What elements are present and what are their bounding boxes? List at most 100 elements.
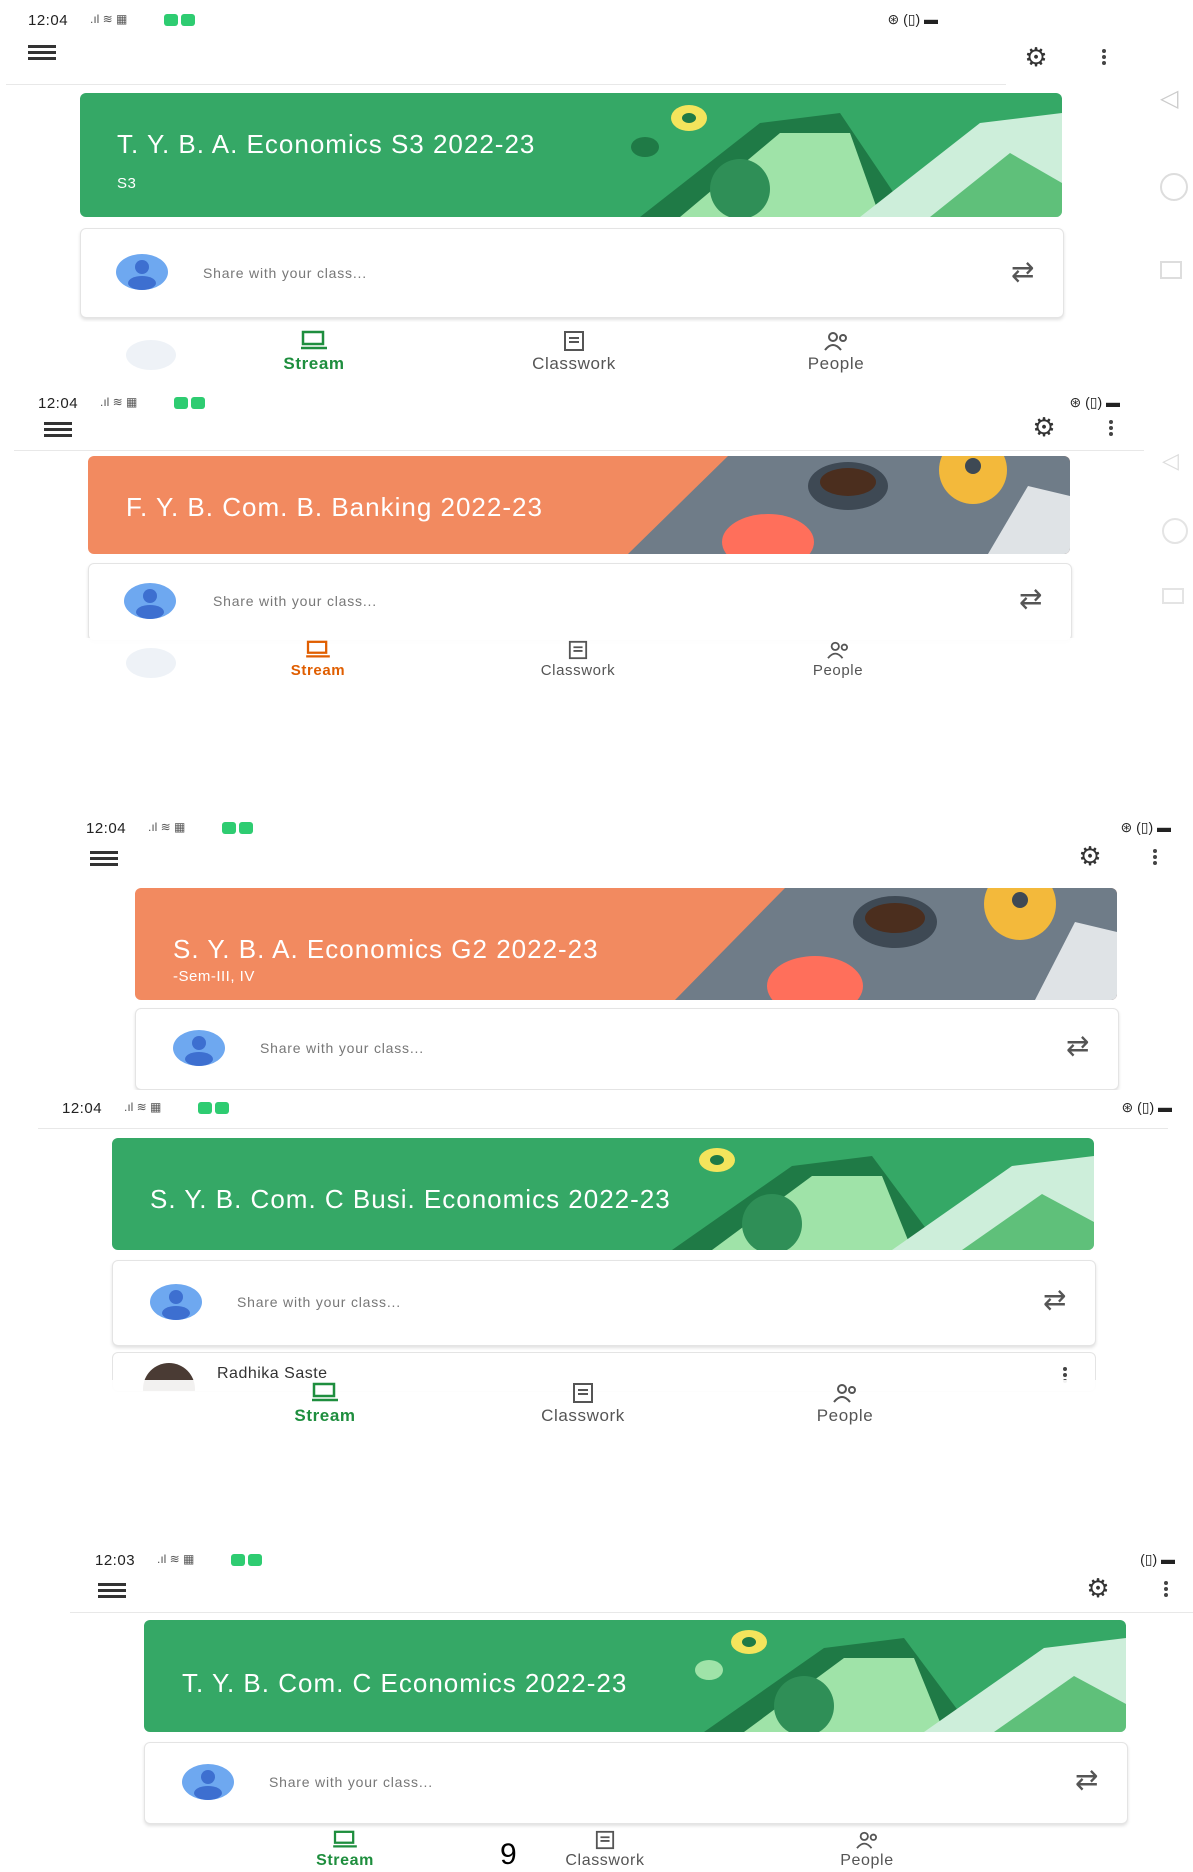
status-time: 12:03 — [95, 1552, 136, 1569]
tab-classwork-label: Classwork — [540, 662, 616, 679]
stream-icon — [312, 1382, 338, 1402]
class-title[interactable]: T. Y. B. Com. C Economics 2022-23 — [182, 1668, 627, 1699]
system-nav: ◁ — [1160, 84, 1190, 294]
notification-icons — [198, 1102, 229, 1114]
repost-icon[interactable]: ⇄ — [1011, 255, 1034, 288]
class-title[interactable]: T. Y. B. A. Economics S3 2022-23 — [117, 129, 535, 160]
people-icon — [833, 1384, 856, 1403]
bottom-nav: Stream Classwork People — [38, 1380, 1168, 1432]
menu-icon[interactable] — [44, 419, 72, 440]
system-nav: ◁ — [1162, 448, 1192, 618]
bottom-nav: Stream Classwork People — [6, 322, 1006, 378]
tab-people[interactable]: People — [768, 640, 908, 679]
settings-gear-icon[interactable]: ⚙ — [1030, 413, 1058, 441]
tab-stream[interactable]: Stream — [255, 1382, 395, 1426]
status-time: 12:04 — [86, 820, 127, 837]
class-subtitle: S3 — [117, 175, 137, 192]
stream-icon — [306, 640, 330, 658]
avatar-icon — [116, 254, 168, 290]
people-icon — [827, 641, 848, 659]
tab-stream-label: Stream — [283, 354, 345, 373]
screenshot-1: 12:04 .ıl ≋ ▦ ⊛ (▯) ▬ ⚙ T. Y. B. A. Econ… — [0, 0, 1106, 380]
bottom-nav: Stream Classwork People — [14, 638, 1144, 682]
screenshot-2: 12:04 .ıl ≋ ▦ ⊛ (▯) ▬ ⚙ F. Y. B. Com. B.… — [10, 385, 1144, 685]
tab-people-label: People — [816, 1406, 874, 1425]
recents-icon[interactable] — [1160, 261, 1182, 279]
class-title[interactable]: S. Y. B. A. Economics G2 2022-23 — [173, 934, 599, 965]
tab-stream-label: Stream — [290, 662, 346, 679]
share-box[interactable]: Share with your class... ⇄ — [88, 563, 1072, 641]
status-bar: 12:04 .ıl ≋ ▦ ⊛ (▯) ▬ — [62, 1094, 1172, 1124]
tab-classwork-label: Classwork — [532, 354, 616, 373]
tab-people[interactable]: People — [775, 1382, 915, 1426]
more-options-icon[interactable] — [1100, 47, 1108, 69]
tab-classwork[interactable]: Classwork — [508, 640, 648, 679]
share-placeholder: Share with your class... — [213, 593, 377, 609]
class-banner: T. Y. B. Com. C Economics 2022-23 — [144, 1620, 1126, 1732]
tab-classwork[interactable]: Classwork — [504, 330, 644, 374]
share-box[interactable]: Share with your class... ⇄ — [112, 1260, 1096, 1346]
battery-icon: (▯) ▬ — [1140, 1551, 1175, 1567]
class-banner: S. Y. B. A. Economics G2 2022-23 -Sem-II… — [135, 888, 1117, 1000]
settings-gear-icon[interactable]: ⚙ — [1022, 43, 1050, 71]
screenshot-4: 12:04 .ıl ≋ ▦ ⊛ (▯) ▬ S. Y. B. Com. C Bu… — [32, 1090, 1193, 1432]
avatar-icon — [124, 583, 176, 619]
tab-people[interactable]: People — [766, 330, 906, 374]
status-bar: 12:03 .ıl ≋ ▦ (▯) ▬ — [95, 1546, 1175, 1576]
stream-icon — [333, 1830, 357, 1848]
tab-people[interactable]: People — [797, 1830, 937, 1870]
tab-stream[interactable]: Stream — [244, 330, 384, 374]
people-icon — [824, 332, 847, 351]
back-icon[interactable]: ◁ — [1162, 448, 1192, 474]
tab-stream[interactable]: Stream — [248, 640, 388, 679]
home-icon[interactable] — [1160, 173, 1188, 201]
tab-people-label: People — [807, 354, 865, 373]
tab-stream[interactable]: Stream — [275, 1830, 415, 1870]
tab-people-label: People — [840, 1852, 894, 1869]
home-icon[interactable] — [1162, 518, 1188, 544]
back-icon[interactable]: ◁ — [1160, 84, 1190, 113]
more-options-icon[interactable] — [1162, 1579, 1170, 1601]
share-placeholder: Share with your class... — [260, 1040, 424, 1056]
repost-icon[interactable]: ⇄ — [1075, 1763, 1098, 1796]
tab-classwork-label: Classwork — [541, 1406, 625, 1425]
repost-icon[interactable]: ⇄ — [1019, 582, 1042, 615]
status-bar: 12:04 .ıl ≋ ▦ ⊛ (▯) ▬ — [86, 814, 1171, 844]
more-options-icon[interactable] — [1151, 847, 1159, 869]
notification-icons — [231, 1554, 262, 1566]
settings-gear-icon[interactable]: ⚙ — [1076, 842, 1104, 870]
notification-icons — [222, 822, 253, 834]
signal-icon: .ıl ≋ ▦ — [148, 820, 186, 834]
status-bar: 12:04 .ıl ≋ ▦ ⊛ (▯) ▬ — [28, 6, 938, 36]
menu-icon[interactable] — [90, 848, 118, 869]
tab-classwork-label: Classwork — [565, 1852, 645, 1869]
top-bar — [0, 36, 1000, 80]
repost-icon[interactable]: ⇄ — [1066, 1029, 1089, 1062]
people-icon — [856, 1831, 877, 1849]
tab-classwork[interactable]: Classwork — [513, 1382, 653, 1426]
repost-icon[interactable]: ⇄ — [1043, 1283, 1066, 1316]
recents-icon[interactable] — [1162, 588, 1184, 604]
tab-classwork[interactable]: Classwork — [535, 1830, 675, 1870]
screenshot-3: 12:04 .ıl ≋ ▦ ⊛ (▯) ▬ ⚙ S. Y. B. A. Econ… — [40, 808, 1193, 1090]
class-banner: S. Y. B. Com. C Busi. Economics 2022-23 — [112, 1138, 1094, 1250]
status-bar: 12:04 .ıl ≋ ▦ ⊛ (▯) ▬ — [38, 389, 1120, 419]
share-box[interactable]: Share with your class... ⇄ — [144, 1742, 1128, 1824]
avatar-icon — [150, 1284, 202, 1320]
tab-people-label: People — [812, 662, 864, 679]
signal-icon: .ıl ≋ ▦ — [90, 12, 128, 26]
more-options-icon[interactable] — [1107, 418, 1115, 440]
notification-icons — [164, 14, 195, 26]
class-title[interactable]: F. Y. B. Com. B. Banking 2022-23 — [126, 492, 543, 523]
status-time: 12:04 — [62, 1100, 103, 1117]
share-box[interactable]: Share with your class... ⇄ — [80, 228, 1064, 318]
page-number: 9 — [500, 1838, 517, 1871]
settings-gear-icon[interactable]: ⚙ — [1084, 1574, 1112, 1602]
share-box[interactable]: Share with your class... ⇄ — [135, 1008, 1119, 1090]
class-title[interactable]: S. Y. B. Com. C Busi. Economics 2022-23 — [150, 1184, 671, 1215]
menu-icon[interactable] — [98, 1580, 126, 1601]
signal-icon: .ıl ≋ ▦ — [100, 395, 138, 409]
menu-icon[interactable] — [28, 42, 56, 63]
avatar-icon — [182, 1764, 234, 1800]
stream-icon — [301, 330, 327, 350]
